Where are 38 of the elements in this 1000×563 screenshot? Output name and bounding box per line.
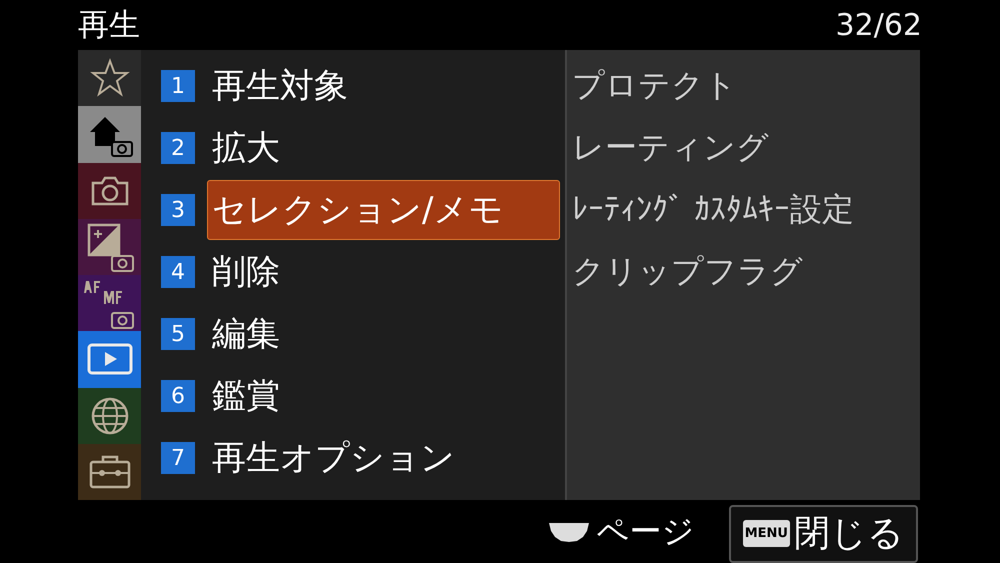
exposure-camera-icon [86,222,134,272]
submenu-item[interactable]: プロテクト [567,55,920,117]
menu-item[interactable]: セレクション/メモ [207,180,560,240]
star-icon [90,58,130,98]
menu-item[interactable]: 再生オプション [207,428,560,488]
item-number: 7 [161,442,195,474]
category-tab[interactable] [78,275,141,332]
menu-item[interactable]: 鑑賞 [207,366,560,426]
menu-item[interactable]: 拡大 [207,118,560,178]
camera-icon [90,174,130,207]
category-tab[interactable] [78,162,141,219]
category-tab[interactable] [78,106,141,162]
submenu-item[interactable]: レーティング [567,117,920,179]
page-hint: ページ [596,510,695,552]
item-number: 3 [161,194,195,226]
menu-item[interactable]: 編集 [207,304,560,364]
item-number: 2 [161,132,195,164]
category-tab[interactable] [78,388,141,444]
dial-icon [546,520,591,542]
submenu-item[interactable]: ﾚｰﾃｨﾝｸﾞ ｶｽﾀﾑｷｰ設定 [567,179,920,241]
category-tab[interactable] [78,50,141,106]
globe-icon [90,396,130,436]
category-tab[interactable] [78,444,141,500]
category-tab[interactable] [78,331,141,388]
toolbox-icon [88,454,132,490]
item-number: 1 [161,70,195,102]
playback-icon [86,343,132,376]
menu-title: 再生 [78,6,140,45]
item-number: 4 [161,256,195,288]
item-number: 5 [161,318,195,350]
menu-key-badge: MENU [742,520,790,547]
page-counter: 32/62 [836,8,922,42]
item-number: 6 [161,380,195,412]
submenu-item[interactable]: クリップフラグ [567,241,920,303]
menu-item[interactable]: 削除 [207,242,560,302]
category-tab[interactable] [78,218,141,275]
close-label: 閉じる [794,512,904,556]
menu-item[interactable]: 再生対象 [207,56,560,116]
